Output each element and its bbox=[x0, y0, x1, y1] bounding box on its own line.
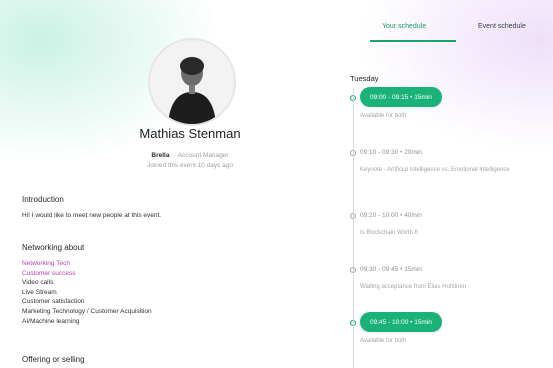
slot-time[interactable]: 09:30 - 09:45 • 15min bbox=[360, 266, 422, 273]
networking-item: Live Stream bbox=[22, 288, 57, 296]
person-photo-icon bbox=[150, 40, 234, 124]
profile-name: Mathias Stenman bbox=[139, 126, 241, 141]
slot-time[interactable]: 09:10 - 09:30 • 20min bbox=[360, 149, 422, 156]
networking-item[interactable]: Networking Tech bbox=[22, 259, 152, 269]
slot-description: Keynote - Artificial Intelligence vs. Em… bbox=[360, 167, 510, 173]
slot-description: Is Blockchain Worth It bbox=[360, 230, 418, 236]
introduction-heading: Introduction bbox=[22, 195, 64, 204]
slot-time[interactable]: 09:20 - 10:00 • 40min bbox=[360, 212, 422, 219]
day-label: Tuesday bbox=[350, 74, 379, 83]
schedule-slot-available[interactable]: 09:45 - 10:00 • 15min bbox=[360, 312, 442, 332]
active-tab-indicator bbox=[370, 40, 456, 42]
introduction-text: Hi! I would like to meet new people at t… bbox=[22, 212, 162, 219]
networking-item: AI/Machine learning bbox=[22, 317, 80, 325]
tab-event-schedule[interactable]: Event schedule bbox=[478, 23, 526, 30]
slot-description: Available for both bbox=[360, 338, 407, 344]
profile-meta: Brella · Account Manager Joined this event… bbox=[60, 151, 320, 171]
avatar bbox=[148, 38, 236, 126]
offering-heading: Offering or selling bbox=[22, 355, 85, 364]
timeline-line bbox=[353, 88, 354, 368]
schedule-tabs: Your schedule Event schedule bbox=[360, 18, 553, 42]
tab-your-schedule[interactable]: Your schedule bbox=[382, 23, 426, 30]
joined-text: Joined this event 10 days ago bbox=[146, 162, 233, 169]
slot-description: Available for both bbox=[360, 113, 407, 119]
networking-item: Marketing Technology / Customer Acquisit… bbox=[22, 307, 152, 315]
meta-separator: · bbox=[172, 152, 175, 159]
networking-heading: Networking about bbox=[22, 243, 85, 252]
networking-item[interactable]: Customer success bbox=[22, 269, 152, 279]
networking-list: Networking Tech Customer success Video c… bbox=[22, 259, 152, 326]
job-title: Account Manager bbox=[177, 152, 229, 159]
company-name: Brella bbox=[151, 152, 170, 159]
schedule-slot-available[interactable]: 09:00 - 09:15 • 15min bbox=[360, 87, 442, 107]
slot-description: Waiting acceptance from Elias Huhtinen bbox=[360, 284, 467, 290]
networking-item: Video calls bbox=[22, 279, 54, 287]
networking-item: Customer satisfaction bbox=[22, 298, 85, 306]
